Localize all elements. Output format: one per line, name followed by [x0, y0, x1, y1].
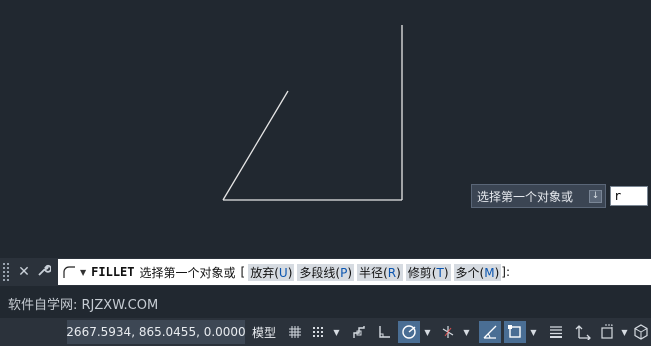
close-icon[interactable]: ✕ [17, 264, 31, 280]
fillet-arc-icon [63, 266, 75, 278]
watermark-text: 软件自学网: RJZXW.COM [8, 298, 159, 313]
dynamic-prompt-text: 选择第一个对象或 [477, 189, 574, 204]
option-multiple[interactable]: 多个(M) [453, 263, 502, 281]
chevron-down-icon[interactable]: ▼ [529, 321, 538, 343]
drawn-line-diagonal[interactable] [222, 90, 289, 201]
wrench-icon[interactable] [37, 263, 52, 281]
command-prompt: 选择第一个对象或 [139, 265, 236, 280]
drawing-canvas[interactable]: 选择第一个对象或 ↓ r [0, 0, 651, 258]
dynamic-input-field[interactable]: r [610, 186, 648, 206]
workspace-icon[interactable] [630, 321, 651, 343]
infer-icon[interactable] [348, 321, 370, 343]
polar-icon[interactable] [398, 321, 420, 343]
option-radius[interactable]: 半径(R) [357, 263, 403, 281]
option-polyline[interactable]: 多段线(P) [297, 263, 355, 281]
command-name: FILLET [91, 265, 135, 279]
model-space-button[interactable]: 模型 [248, 322, 280, 342]
bracket-open: [ [240, 265, 246, 279]
command-line-bar: ✕ ▼ FILLET 选择第一个对象或 [ 放弃(U) 多段线(P) 半径(R)… [0, 258, 651, 286]
snap-icon[interactable] [307, 321, 329, 343]
command-input[interactable]: ▼ FILLET 选择第一个对象或 [ 放弃(U) 多段线(P) 半径(R) 修… [58, 259, 651, 285]
option-undo[interactable]: 放弃(U) [248, 263, 295, 281]
transparency-icon[interactable] [572, 321, 594, 343]
lineweight-icon[interactable] [545, 321, 567, 343]
osnap-track-icon[interactable] [479, 321, 501, 343]
chevron-down-icon[interactable]: ▼ [423, 321, 432, 343]
ortho-icon[interactable] [373, 321, 395, 343]
coordinate-readout[interactable]: 2667.5934, 865.0455, 0.0000 [66, 320, 246, 344]
chevron-down-icon[interactable]: ▼ [620, 321, 629, 343]
chevron-down-icon[interactable]: ▼ [80, 268, 86, 277]
drag-grip-icon[interactable] [3, 263, 11, 281]
dynamic-input-prompt: 选择第一个对象或 ↓ [471, 184, 606, 208]
option-trim[interactable]: 修剪(T) [405, 263, 451, 281]
chevron-down-icon[interactable]: ▼ [462, 321, 471, 343]
chevron-down-icon[interactable]: ▼ [332, 321, 341, 343]
grid-icon[interactable] [284, 321, 306, 343]
drawing-geometry [222, 25, 403, 201]
osnap-icon[interactable] [504, 321, 526, 343]
download-arrow-icon[interactable]: ↓ [589, 189, 602, 203]
isometric-icon[interactable] [437, 321, 459, 343]
bracket-close: ]: [501, 265, 510, 279]
annotation-scale-icon[interactable] [596, 321, 618, 343]
status-bar: 2667.5934, 865.0455, 0.0000 模型 ▼ ▼ ▼ ▼ ▼ [0, 318, 651, 346]
